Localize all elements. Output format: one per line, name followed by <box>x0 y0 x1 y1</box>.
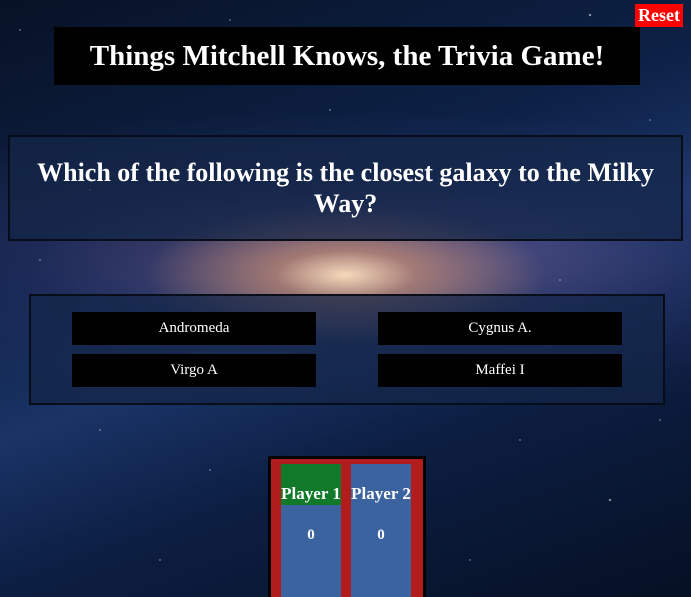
player-1-score: 0 <box>307 527 315 543</box>
player-2-label: Player 2 <box>351 484 411 503</box>
answer-button-1[interactable]: Andromeda <box>72 312 316 345</box>
question-text: Which of the following is the closest ga… <box>37 158 654 218</box>
answer-button-3[interactable]: Virgo A <box>72 354 316 387</box>
answer-button-4[interactable]: Maffei I <box>378 354 622 387</box>
player-1-label: Player 1 <box>281 464 341 505</box>
answers-panel: Andromeda Cygnus A. Virgo A Maffei I <box>29 294 665 405</box>
scoreboard-frame: Player 1 0 Player 2 0 <box>271 459 423 597</box>
player-2-score: 0 <box>377 527 385 543</box>
scoreboard: Player 1 0 Player 2 0 <box>268 456 426 597</box>
answer-button-2[interactable]: Cygnus A. <box>378 312 622 345</box>
player-1-card: Player 1 0 <box>281 464 341 597</box>
title-banner: Things Mitchell Knows, the Trivia Game! <box>54 27 640 85</box>
reset-button[interactable]: Reset <box>635 4 683 27</box>
game-title: Things Mitchell Knows, the Trivia Game! <box>89 39 605 72</box>
question-panel: Which of the following is the closest ga… <box>8 135 683 241</box>
player-2-card: Player 2 0 <box>351 464 411 597</box>
